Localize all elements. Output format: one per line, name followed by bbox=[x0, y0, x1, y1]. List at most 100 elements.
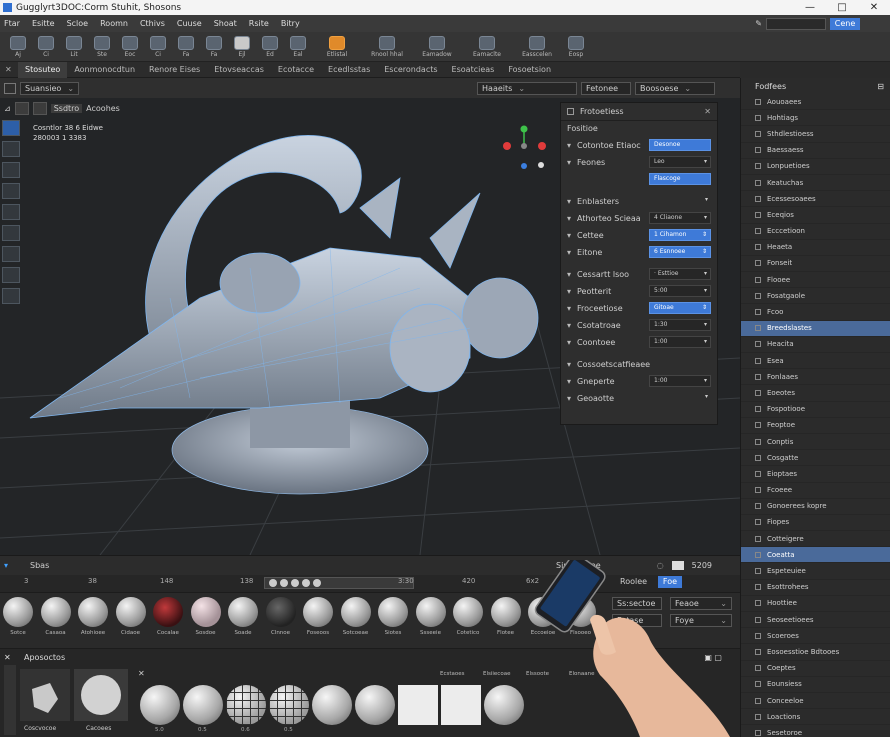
play-dot-icon[interactable] bbox=[302, 579, 310, 587]
texture-thumb[interactable] bbox=[183, 685, 223, 725]
menu-item[interactable]: Esitte bbox=[32, 19, 55, 28]
outliner-item[interactable]: Fonseit bbox=[741, 256, 890, 273]
tab[interactable]: Fosoetsion bbox=[501, 62, 558, 78]
expand-icon[interactable]: ▾ bbox=[567, 321, 571, 330]
outliner-item[interactable]: Heaeta bbox=[741, 240, 890, 256]
play-dot-icon[interactable] bbox=[280, 579, 288, 587]
property-row[interactable]: ▾ Gneperte 1:00 ▾ bbox=[561, 373, 717, 389]
material-swatch[interactable]: Foseoos bbox=[302, 597, 334, 636]
property-row[interactable]: ▾ Eitone 6 Esnnoee ⇕ bbox=[561, 244, 717, 260]
toolbar-button[interactable]: Aj bbox=[6, 34, 30, 60]
asset-thumb[interactable] bbox=[74, 669, 128, 721]
toolbar-button[interactable]: Lit bbox=[62, 34, 86, 60]
move-tool-icon[interactable] bbox=[2, 141, 20, 157]
property-row[interactable]: ▾ Coontoee 1:00 ▾ bbox=[561, 334, 717, 350]
outliner-item[interactable]: Fcoo bbox=[741, 304, 890, 321]
property-value[interactable]: ▾ bbox=[649, 392, 711, 404]
close-icon[interactable]: ✕ bbox=[4, 653, 11, 662]
outliner-item[interactable]: Eounsiess bbox=[741, 677, 890, 693]
toolbar-button[interactable]: Eal bbox=[286, 34, 310, 60]
options-icon[interactable]: ⊿ bbox=[4, 104, 11, 113]
outliner-menu-icon[interactable]: ⊟ bbox=[877, 82, 884, 91]
material-swatch[interactable]: Soade bbox=[227, 597, 259, 636]
toolbar-button[interactable]: Eamaclte bbox=[464, 34, 510, 60]
property-row[interactable]: ▾ Peotterit 5:00 ▾ bbox=[561, 283, 717, 299]
tab[interactable]: Stosuteo bbox=[18, 61, 68, 78]
property-row[interactable]: ▾ Froceetiose Gitoae ⇕ bbox=[561, 300, 717, 316]
view-button[interactable] bbox=[32, 101, 47, 115]
outliner-item[interactable]: Conptis bbox=[741, 434, 890, 451]
outliner-item[interactable]: Baessaess bbox=[741, 143, 890, 159]
menu-item[interactable]: Cthivs bbox=[140, 19, 165, 28]
scene-button[interactable]: Cene bbox=[830, 17, 860, 30]
expand-icon[interactable]: ▾ bbox=[567, 377, 571, 386]
toolbar-button[interactable]: Eoc bbox=[118, 34, 142, 60]
property-row[interactable]: ▾ Csotatroae 1:30 ▾ bbox=[561, 317, 717, 333]
outliner-item[interactable]: Fospotiooe bbox=[741, 402, 890, 418]
outliner-item[interactable]: Fcoeee bbox=[741, 483, 890, 499]
material-swatch[interactable]: Casaoa bbox=[40, 597, 72, 636]
search-input[interactable] bbox=[766, 17, 826, 30]
cone-tool-icon[interactable] bbox=[2, 288, 20, 304]
tab[interactable]: Escerondacts bbox=[377, 62, 444, 78]
play-dot-icon[interactable] bbox=[269, 579, 277, 587]
outliner-item[interactable]: Ecccetioon bbox=[741, 224, 890, 240]
outliner-item[interactable]: Keatuchas bbox=[741, 175, 890, 192]
outliner-item[interactable]: Eceqios bbox=[741, 207, 890, 224]
property-row[interactable]: ▾ Geoaotte ▾ bbox=[561, 390, 717, 406]
timeline-icon[interactable]: ▾ bbox=[4, 561, 8, 570]
paint-tool-icon[interactable] bbox=[2, 267, 20, 283]
x-axis-neg-handle[interactable] bbox=[503, 142, 511, 150]
viewport-label[interactable]: Ssdtro bbox=[50, 103, 83, 113]
property-value[interactable]: 5:00 ▾ bbox=[649, 285, 711, 297]
expand-icon[interactable]: ▾ bbox=[567, 287, 571, 296]
material-swatch[interactable]: Cotetico bbox=[452, 597, 484, 636]
expand-icon[interactable]: ▾ bbox=[567, 197, 571, 206]
outliner-item[interactable]: Seoseetioees bbox=[741, 612, 890, 629]
toolbar-button[interactable]: Eosp bbox=[564, 34, 588, 60]
outliner-item[interactable]: Esottrohees bbox=[741, 580, 890, 596]
material-swatch[interactable]: Atohioee bbox=[77, 597, 109, 636]
material-swatch[interactable]: Clnnoe bbox=[265, 597, 297, 636]
outliner-item[interactable]: Conceeloe bbox=[741, 693, 890, 710]
outliner-item[interactable]: Feoptoe bbox=[741, 418, 890, 434]
assets-sidebar[interactable] bbox=[4, 665, 16, 735]
close-icon[interactable]: ✕ bbox=[858, 0, 890, 15]
expand-icon[interactable]: ▾ bbox=[567, 338, 571, 347]
outliner-item[interactable]: Lonpuetioes bbox=[741, 159, 890, 175]
texture-thumb[interactable] bbox=[398, 685, 438, 725]
toolbar-button[interactable]: Easscelen bbox=[514, 34, 560, 60]
material-swatch[interactable]: Sotcoeae bbox=[340, 597, 372, 636]
viewport-label[interactable]: Acoohes bbox=[86, 104, 120, 113]
menu-item[interactable]: Bitry bbox=[281, 19, 300, 28]
material-swatch[interactable]: Cocalae bbox=[152, 597, 184, 636]
outliner-item[interactable]: Flooee bbox=[741, 272, 890, 289]
toolbar-button[interactable]: Eamadow bbox=[414, 34, 460, 60]
outliner-item[interactable]: Sesetoroe bbox=[741, 725, 890, 737]
scale-tool-icon[interactable] bbox=[2, 183, 20, 199]
texture-thumb[interactable] bbox=[140, 685, 180, 725]
texture-thumb[interactable] bbox=[355, 685, 395, 725]
property-row[interactable]: ▾ Cessartt lsoo · Esttioe ▾ bbox=[561, 266, 717, 282]
measure-tool-icon[interactable] bbox=[2, 246, 20, 262]
asset-thumb[interactable] bbox=[20, 669, 70, 721]
expand-icon[interactable]: ▾ bbox=[567, 231, 571, 240]
outliner-item[interactable]: Breedslastes bbox=[741, 320, 890, 337]
expand-icon[interactable]: ▾ bbox=[567, 248, 571, 257]
expand-icon[interactable]: ▾ bbox=[567, 360, 571, 369]
property-row[interactable]: ▾ Enblasters ▾ bbox=[561, 193, 717, 209]
outliner-item[interactable]: Scoeroes bbox=[741, 628, 890, 645]
close-icon[interactable]: ✕ bbox=[138, 669, 145, 678]
outliner-item[interactable]: Ecessesoaees bbox=[741, 191, 890, 208]
outliner-item[interactable]: Esea bbox=[741, 353, 890, 370]
property-row[interactable]: ▾ Cossoetscatfieaee bbox=[561, 356, 717, 372]
menu-item[interactable]: Scloe bbox=[67, 19, 89, 28]
texture-thumb[interactable] bbox=[226, 685, 266, 725]
outliner-item[interactable]: Loactions bbox=[741, 709, 890, 726]
browse-dropdown[interactable]: Boosoese ⌄ bbox=[635, 81, 716, 95]
tab[interactable]: Renore Eises bbox=[142, 62, 207, 78]
feature-button[interactable]: Fetonee bbox=[581, 81, 632, 95]
toolbar-button[interactable]: Ste bbox=[90, 34, 114, 60]
texture-thumb[interactable] bbox=[312, 685, 352, 725]
menu-item[interactable]: Roomn bbox=[100, 19, 128, 28]
